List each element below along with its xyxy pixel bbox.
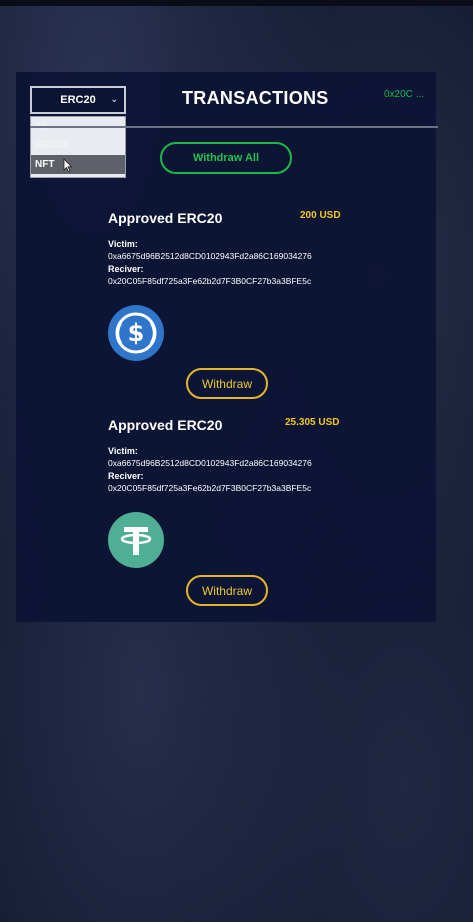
withdraw-button[interactable]: Withdraw	[186, 575, 268, 606]
receiver-label: Reciver:	[108, 471, 144, 481]
filter-option-nft[interactable]: NFT	[31, 155, 125, 174]
transaction-card: Approved ERC20 200 USD Victim: 0xa6675d9…	[108, 210, 428, 410]
transaction-title: Approved ERC20	[108, 417, 223, 433]
transaction-amount: 25.305 USD	[285, 417, 340, 428]
wallet-address-chip[interactable]: 0x20C ...	[384, 89, 424, 100]
filter-option-erc20[interactable]: ERC20	[31, 136, 125, 155]
page-title: TRANSACTIONS	[182, 88, 329, 108]
token-filter-select[interactable]: ERC20 ⌄	[30, 86, 126, 114]
transaction-title: Approved ERC20	[108, 210, 223, 226]
transactions-panel: ERC20 ⌄ All ERC20 NFT TRANSACTIONS 0x20C…	[16, 72, 438, 622]
victim-label: Victim:	[108, 239, 138, 249]
withdraw-button[interactable]: Withdraw	[186, 368, 268, 399]
receiver-label: Reciver:	[108, 264, 144, 274]
victim-address: 0xa6675d96B2512d8CD0102943Fd2a86C1690342…	[108, 251, 312, 261]
transaction-card: Approved ERC20 25.305 USD Victim: 0xa667…	[108, 417, 428, 617]
svg-text:$: $	[128, 319, 145, 347]
usdc-icon: $	[108, 305, 164, 361]
usdt-icon	[108, 512, 164, 568]
withdraw-all-button[interactable]: Withdraw All	[160, 142, 292, 174]
header-divider	[30, 126, 438, 128]
transaction-amount: 200 USD	[300, 210, 341, 221]
victim-label: Victim:	[108, 446, 138, 456]
receiver-address: 0x20C05F85df725a3Fe62b2d7F3B0CF27b3a3BFE…	[108, 276, 312, 286]
receiver-address: 0x20C05F85df725a3Fe62b2d7F3B0CF27b3a3BFE…	[108, 483, 312, 493]
mouse-pointer-icon	[63, 158, 73, 172]
top-strip	[0, 0, 473, 6]
token-filter-value: ERC20	[60, 94, 96, 106]
chevron-down-icon: ⌄	[110, 94, 118, 104]
victim-address: 0xa6675d96B2512d8CD0102943Fd2a86C1690342…	[108, 458, 312, 468]
